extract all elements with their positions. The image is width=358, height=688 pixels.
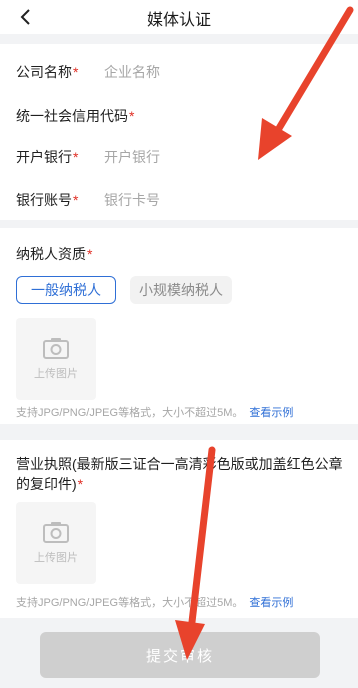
company-name-input[interactable]: 企业名称 (104, 62, 160, 82)
company-name-row: 公司名称* 企业名称 (16, 60, 342, 84)
camera-icon (43, 522, 69, 543)
company-name-label: 公司名称* (16, 64, 79, 80)
upload-label: 上传图片 (34, 368, 78, 380)
license-label: 营业执照(最新版三证合一高清彩色版或加盖红色公章的复印件)* (16, 456, 343, 492)
credit-code-row[interactable]: 统一社会信用代码* (16, 104, 342, 128)
account-row: 银行账号* 银行卡号 (16, 188, 342, 212)
basic-info-card: 公司名称* 企业名称 统一社会信用代码* 开户银行* 开户银行 银行账号* 银行… (0, 44, 358, 220)
account-input[interactable]: 银行卡号 (104, 190, 160, 210)
license-hint: 支持JPG/PNG/JPEG等格式，大小不超过5M。 查看示例 (16, 597, 294, 609)
account-label: 银行账号* (16, 192, 79, 208)
submit-button[interactable]: 提交审核 (40, 632, 320, 678)
upload-label: 上传图片 (34, 552, 78, 564)
view-example-link[interactable]: 查看示例 (249, 407, 293, 419)
taxpayer-label: 纳税人资质* (16, 246, 93, 262)
page-title: 媒体认证 (146, 12, 211, 29)
license-card: 营业执照(最新版三证合一高清彩色版或加盖红色公章的复印件)* 上传图片 支持JP… (0, 440, 358, 618)
bank-input[interactable]: 开户银行 (104, 147, 160, 167)
bank-row: 开户银行* 开户银行 (16, 145, 342, 169)
option-general-taxpayer[interactable]: 一般纳税人 (16, 276, 116, 304)
option-small-taxpayer[interactable]: 小规模纳税人 (130, 276, 232, 304)
bank-label: 开户银行* (16, 149, 79, 165)
taxpayer-card: 纳税人资质* 一般纳税人 小规模纳税人 上传图片 支持JPG/PNG/JPEG等… (0, 228, 358, 424)
app-header: 媒体认证 (0, 0, 358, 34)
taxpayer-upload-button[interactable]: 上传图片 (16, 318, 96, 400)
view-example-link[interactable]: 查看示例 (249, 597, 293, 609)
camera-icon (43, 338, 69, 359)
license-upload-button[interactable]: 上传图片 (16, 502, 96, 584)
credit-code-label: 统一社会信用代码* (16, 108, 135, 124)
taxpayer-hint: 支持JPG/PNG/JPEG等格式，大小不超过5M。 查看示例 (16, 407, 294, 419)
